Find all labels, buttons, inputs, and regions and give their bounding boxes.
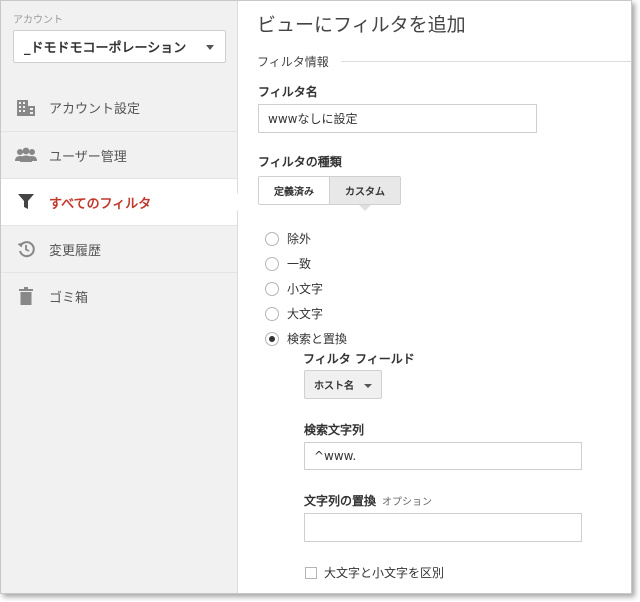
radio-circle[interactable] — [265, 256, 279, 271]
main-panel: ビューにフィルタを追加 フィルタ情報 フィルタ名 wwwなしに設定 フィルタの種… — [238, 1, 631, 593]
filter-type-tabs: 定義済み カスタム — [258, 176, 401, 211]
filter-field-value: ホスト名 — [314, 381, 354, 392]
sidebar-item-label: アカウント設定 — [49, 102, 141, 117]
sidebar-nav: アカウント設定 ユーザー管理 すべてのフィルタ 変更履歴 ゴミ箱 — [1, 84, 246, 319]
sidebar-item-change-history[interactable]: 変更履歴 — [1, 225, 237, 272]
case-sensitive-row[interactable]: 大文字と小文字を区別 — [305, 564, 444, 581]
page-title: ビューにフィルタを追加 — [257, 14, 466, 36]
radio-uppercase[interactable]: 大文字 — [265, 305, 323, 322]
radio-label: 検索と置換 — [287, 332, 348, 346]
radio-circle[interactable] — [265, 281, 279, 296]
case-sensitive-checkbox[interactable] — [305, 566, 317, 579]
optional-hint: オプション — [382, 497, 433, 508]
filter-field-select[interactable]: ホスト名 — [304, 370, 382, 399]
users-icon — [15, 144, 37, 166]
radio-label: 大文字 — [287, 307, 324, 321]
radio-circle[interactable] — [265, 231, 279, 246]
sidebar-item-account-settings[interactable]: アカウント設定 — [1, 84, 237, 131]
search-string-label: 検索文字列 — [304, 423, 365, 437]
radio-label: 一致 — [287, 257, 312, 271]
tab-predefined[interactable]: 定義済み — [259, 177, 330, 204]
history-icon — [15, 238, 37, 260]
section-divider — [340, 61, 631, 62]
radio-circle[interactable] — [265, 306, 279, 321]
filter-field-label: フィルタ フィールド — [303, 352, 415, 366]
chevron-down-icon — [206, 45, 214, 50]
sidebar-item-label: 変更履歴 — [49, 243, 102, 259]
sidebar: アカウント _ドモドモコーポレーション アカウント設定 ユーザー管理 すべてのフ… — [1, 1, 246, 593]
radio-circle-checked[interactable] — [265, 331, 279, 346]
chevron-down-icon — [364, 384, 372, 388]
filter-name-input[interactable]: wwwなしに設定 — [258, 104, 537, 133]
trash-icon — [15, 285, 37, 307]
sidebar-item-label: ユーザー管理 — [49, 149, 127, 165]
sidebar-item-label: すべてのフィルタ — [49, 196, 152, 212]
radio-label: 小文字 — [287, 282, 324, 296]
replace-string-label-text: 文字列の置換 — [304, 494, 377, 508]
sidebar-item-user-management[interactable]: ユーザー管理 — [1, 131, 237, 178]
sidebar-item-trash[interactable]: ゴミ箱 — [1, 272, 237, 319]
sidebar-item-all-filters[interactable]: すべてのフィルタ — [1, 178, 246, 225]
sidebar-item-label: ゴミ箱 — [49, 290, 89, 306]
app-window: アカウント _ドモドモコーポレーション アカウント設定 ユーザー管理 すべてのフ… — [0, 0, 632, 594]
replace-string-label: 文字列の置換 オプション — [304, 492, 432, 509]
filter-type-label: フィルタの種類 — [258, 155, 342, 169]
section-header: フィルタ情報 — [257, 53, 631, 70]
building-icon — [15, 97, 37, 119]
case-sensitive-label: 大文字と小文字を区別 — [324, 566, 445, 580]
filter-icon — [15, 191, 37, 213]
account-name: _ドモドモコーポレーション — [24, 41, 187, 56]
radio-search-replace[interactable]: 検索と置換 — [265, 330, 347, 347]
radio-exclude[interactable]: 除外 — [265, 230, 311, 247]
account-select[interactable]: _ドモドモコーポレーション — [13, 30, 226, 63]
account-label: アカウント — [13, 15, 63, 26]
replace-string-input[interactable] — [304, 513, 582, 542]
radio-include[interactable]: 一致 — [265, 255, 311, 272]
search-string-input[interactable]: ^www. — [304, 442, 582, 470]
radio-label: 除外 — [287, 232, 312, 246]
filter-name-label: フィルタ名 — [258, 85, 318, 99]
radio-lowercase[interactable]: 小文字 — [265, 280, 323, 297]
section-title: フィルタ情報 — [257, 55, 329, 69]
tab-custom[interactable]: カスタム — [330, 177, 400, 211]
